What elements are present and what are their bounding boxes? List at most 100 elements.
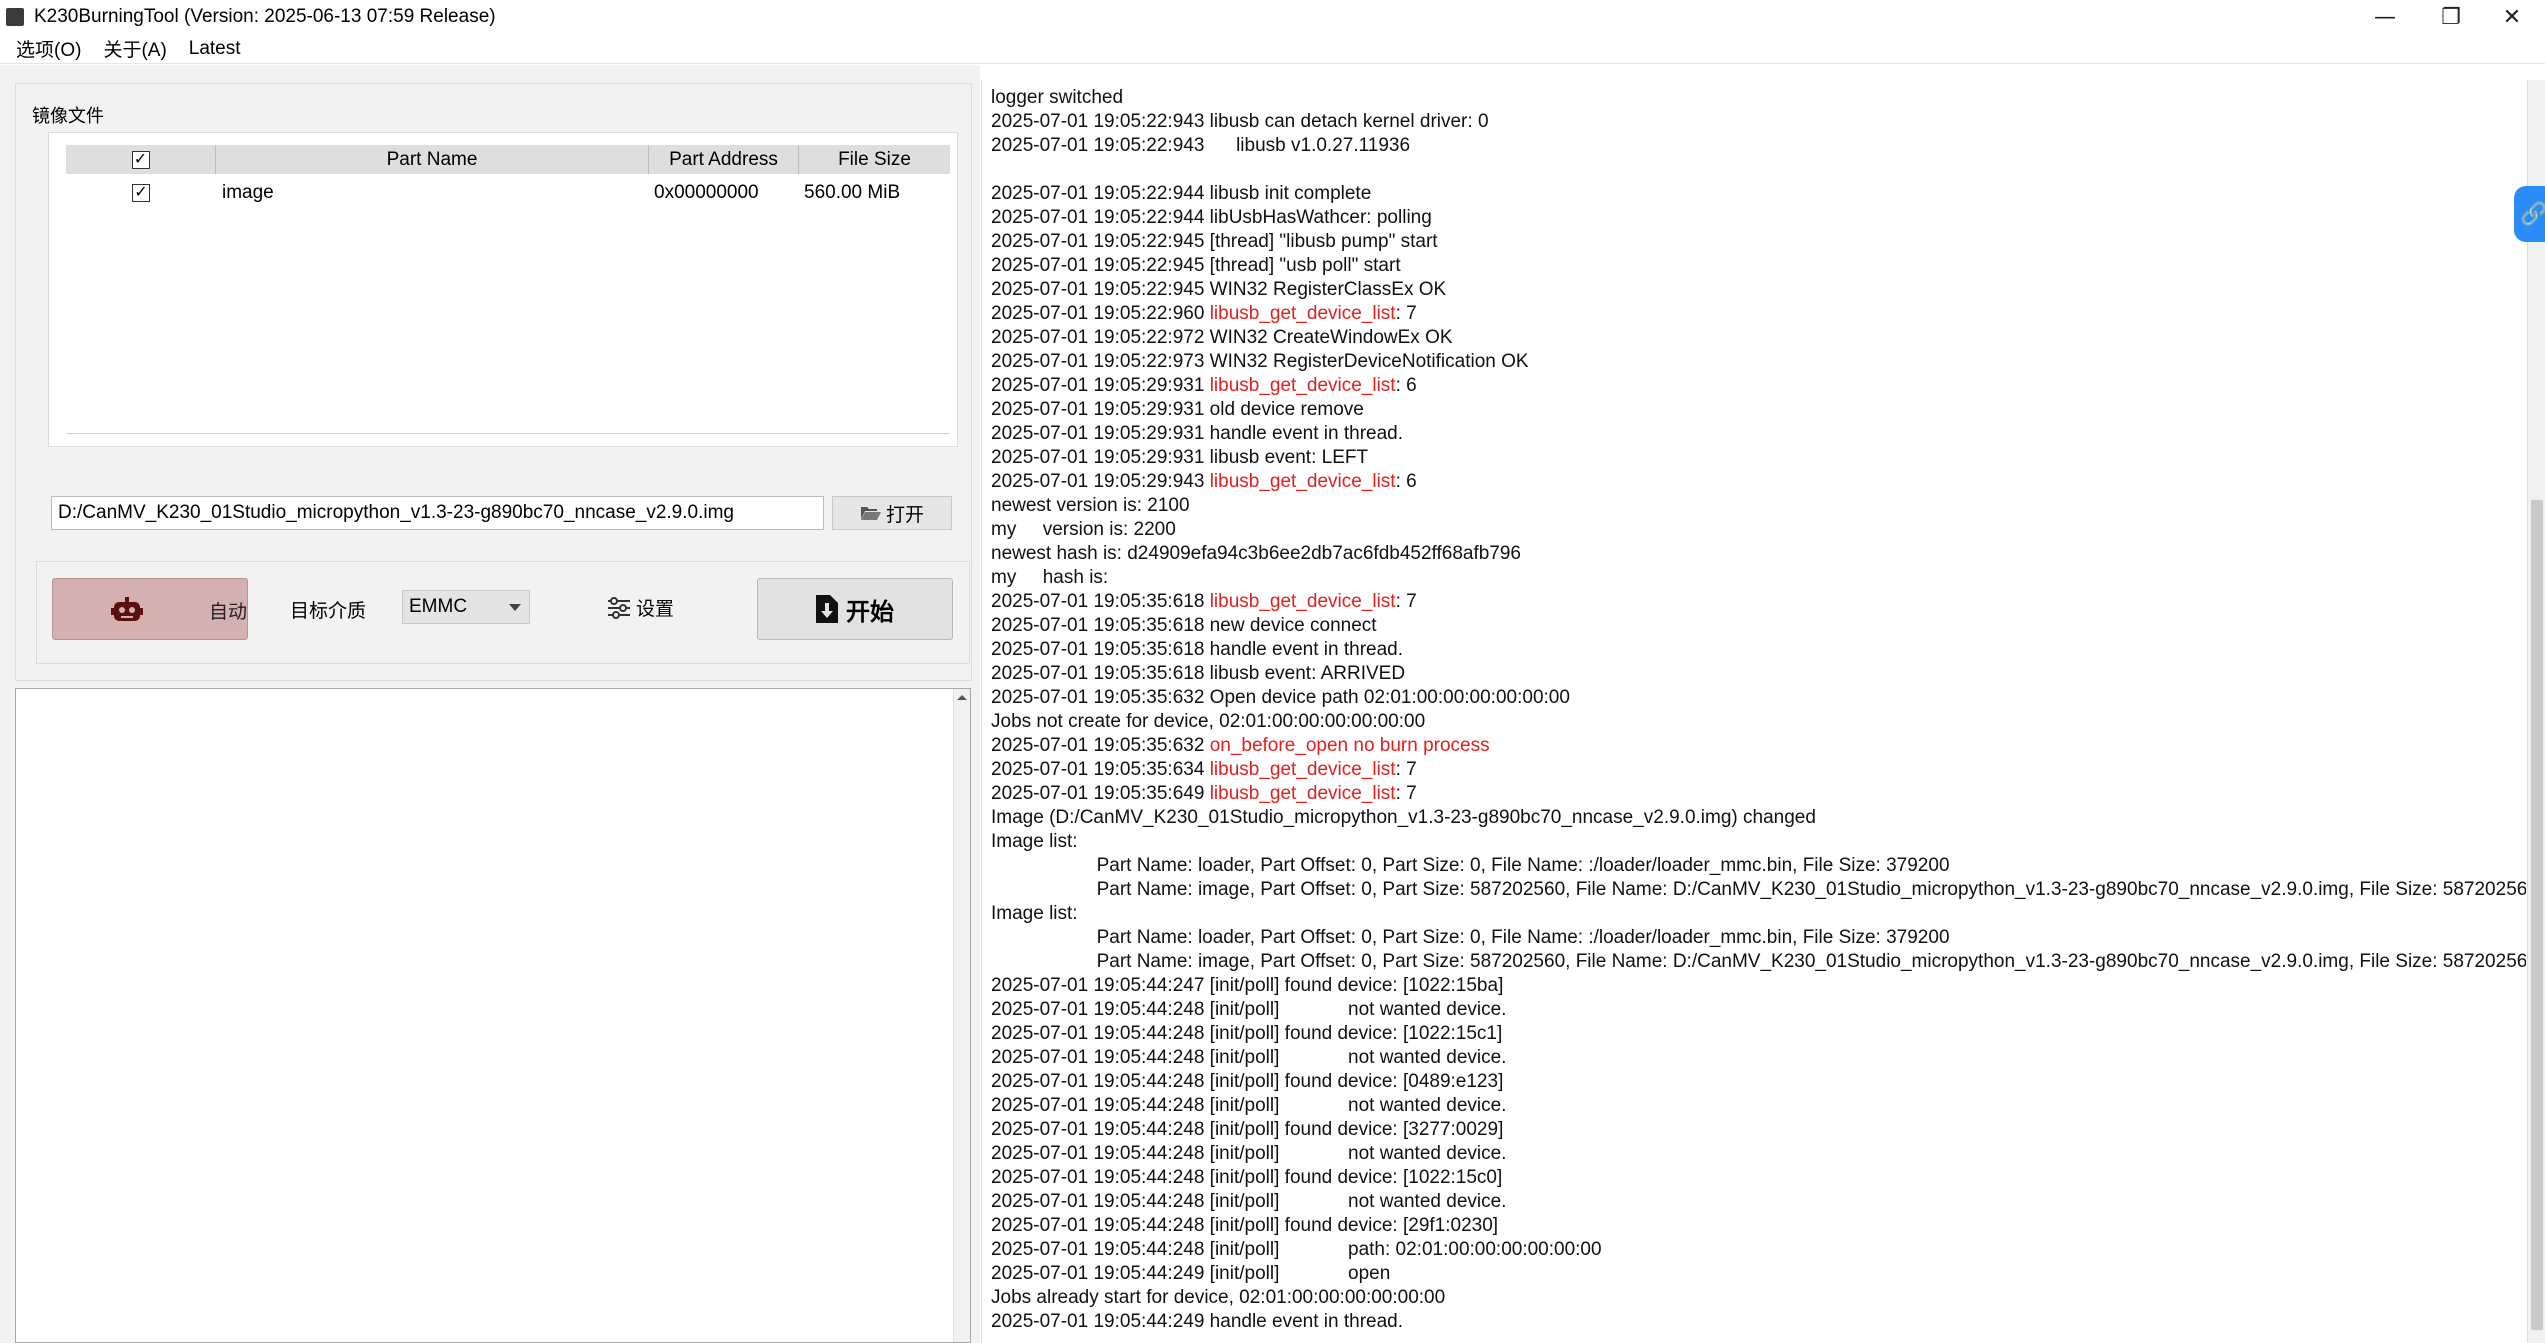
open-button-label: 打开 [885,503,924,526]
image-path-input[interactable]: D:/CanMV_K230_01Studio_micropython_v1.3-… [51,496,824,530]
group-title: 镜像文件 [32,106,104,127]
menu-bar: 选项(O) 关于(A) Latest [0,34,2545,64]
target-medium-label: 目标介质 [290,600,367,622]
select-all-checkbox[interactable]: ✓ [131,150,150,169]
log-line: 2025-07-01 19:05:29:931 libusb event: LE… [991,446,2526,470]
log-text: 2025-07-01 19:05:44:248 [init/poll] not … [991,1191,1507,1212]
log-line: my version is: 2200 [991,518,2526,542]
log-text: 2025-07-01 19:05:44:248 [init/poll] foun… [991,1215,1499,1236]
log-text: 2025-07-01 19:05:44:249 [init/poll] open [991,1263,1391,1284]
log-text: 2025-07-01 19:05:35:618 new device conne… [991,615,1377,636]
log-line: 2025-07-01 19:05:35:632 Open device path… [991,686,2526,710]
settings-label: 设置 [636,598,675,620]
log-text: newest hash is: d24909efa94c3b6ee2db7ac6… [991,543,1521,564]
restore-icon: ❐ [2441,4,2461,30]
settings-button[interactable]: 设置 [607,594,674,621]
status-scrollbar[interactable] [953,689,970,1342]
auto-toggle-button[interactable]: 自动 [52,578,248,640]
log-line: 2025-07-01 19:05:35:634 libusb_get_devic… [991,758,2526,782]
log-line: my hash is: [991,566,2526,590]
log-line: 2025-07-01 19:05:44:248 [init/poll] foun… [991,1022,2526,1046]
log-line: 2025-07-01 19:05:44:249 handle event in … [991,1310,2526,1334]
log-text: : 7 [1395,303,1417,324]
table-row[interactable]: ✓ image 0x00000000 560.00 MiB [66,177,950,209]
log-line: 2025-07-01 19:05:44:248 [init/poll] foun… [991,1070,2526,1094]
header-part-name[interactable]: Part Name [216,145,649,174]
log-output[interactable]: logger switched 2025-07-01 19:05:22:943 l… [981,80,2526,1343]
target-medium-select[interactable]: EMMC [402,590,530,624]
log-line: 2025-07-01 19:05:44:247 [init/poll] foun… [991,974,2526,998]
log-line: 2025-07-01 19:05:35:632 on_before_open n… [991,734,2526,758]
start-button[interactable]: 开始 [757,578,953,640]
log-text: 2025-07-01 19:05:35:649 [991,783,1210,804]
log-line: 2025-07-01 19:05:22:945 [thread] "usb po… [991,254,2526,278]
chevron-down-icon [509,604,521,611]
log-text: 2025-07-01 19:05:44:247 [init/poll] foun… [991,975,1504,996]
log-text: 2025-07-01 19:05:44:249 handle event in … [991,1311,1403,1332]
log-text: newest version is: 2100 [991,495,1190,516]
log-line: 2025-07-01 19:05:44:248 [init/poll] not … [991,998,2526,1022]
log-text: Image (D:/CanMV_K230_01Studio_micropytho… [991,807,1816,828]
header-file-size[interactable]: File Size [799,145,950,174]
log-highlight: on_before_open no burn process [1209,735,1490,756]
log-line: 2025-07-01 19:05:22:972 WIN32 CreateWind… [991,326,2526,350]
log-highlight: libusb_get_device_list [1209,759,1396,780]
log-line: newest version is: 2100 [991,494,2526,518]
log-text: 2025-07-01 19:05:29:931 [991,375,1210,396]
floating-link-button[interactable]: 🔗 [2514,186,2545,242]
log-scroll-thumb[interactable] [2531,500,2543,1330]
close-button[interactable]: ✕ [2479,0,2545,34]
log-line: Part Name: loader, Part Offset: 0, Part … [991,854,2526,878]
row-check-cell[interactable]: ✓ [66,177,216,209]
log-line: 2025-07-01 19:05:35:618 libusb_get_devic… [991,590,2526,614]
menu-latest[interactable]: Latest [189,38,241,60]
log-text: 2025-07-01 19:05:35:634 [991,759,1210,780]
log-line: 2025-07-01 19:05:44:248 [init/poll] not … [991,1142,2526,1166]
log-line: 2025-07-01 19:05:44:248 [init/poll] not … [991,1190,2526,1214]
log-highlight: libusb_get_device_list [1209,471,1396,492]
header-select-all[interactable]: ✓ [66,145,216,174]
table-divider [66,433,950,434]
log-line: 2025-07-01 19:05:22:944 libUsbHasWathcer… [991,206,2526,230]
log-line: 2025-07-01 19:05:29:931 handle event in … [991,422,2526,446]
menu-options[interactable]: 选项(O) [16,35,81,62]
partition-table: ✓ Part Name Part Address File Size ✓ ima… [48,132,958,447]
control-bar: 自动 目标介质 EMMC 设置 开始 [36,561,970,664]
log-text: 2025-07-01 19:05:22:944 libusb init comp… [991,183,1372,204]
log-text: Jobs not create for device, 02:01:00:00:… [991,711,1426,732]
log-text: 2025-07-01 19:05:29:931 old device remov… [991,399,1364,420]
log-line: Image list: [991,830,2526,854]
log-line: 2025-07-01 19:05:22:943 libusb can detac… [991,110,2526,134]
log-line: 2025-07-01 19:05:22:945 WIN32 RegisterCl… [991,278,2526,302]
log-text: : 7 [1395,759,1417,780]
log-line: 2025-07-01 19:05:29:931 old device remov… [991,398,2526,422]
menu-about[interactable]: 关于(A) [103,35,166,62]
left-panel: 镜像文件 ✓ Part Name Part Address File Size … [0,65,980,1343]
log-text: 2025-07-01 19:05:29:931 handle event in … [991,423,1403,444]
log-line: 2025-07-01 19:05:22:943 libusb v1.0.27.1… [991,134,2526,158]
header-part-address[interactable]: Part Address [649,145,799,174]
open-button[interactable]: 打开 [832,496,952,530]
log-line: 2025-07-01 19:05:35:649 libusb_get_devic… [991,782,2526,806]
log-line: 2025-07-01 19:05:22:944 libusb init comp… [991,182,2526,206]
row-checkbox[interactable]: ✓ [132,184,150,202]
log-line: 2025-07-01 19:05:35:618 handle event in … [991,638,2526,662]
row-file-size: 560.00 MiB [804,182,901,203]
log-text: 2025-07-01 19:05:22:973 WIN32 RegisterDe… [991,351,1529,372]
close-icon: ✕ [2502,4,2522,30]
maximize-button[interactable]: ❐ [2418,0,2484,34]
log-text: 2025-07-01 19:05:35:618 handle event in … [991,639,1403,660]
log-line: 2025-07-01 19:05:29:943 libusb_get_devic… [991,470,2526,494]
log-highlight: libusb_get_device_list [1209,303,1396,324]
log-scrollbar[interactable] [2527,80,2545,1343]
minimize-button[interactable]: — [2352,0,2418,34]
auto-label: 自动 [209,601,248,623]
row-part-name: image [222,182,274,203]
status-text-area[interactable] [15,688,971,1343]
log-text: : 6 [1395,375,1417,396]
log-line: Image list: [991,902,2526,926]
log-text: Image list: [991,831,1078,852]
log-text: 2025-07-01 19:05:44:248 [init/poll] not … [991,1047,1507,1068]
log-text: 2025-07-01 19:05:35:618 libusb event: AR… [991,663,1406,684]
log-text: 2025-07-01 19:05:22:960 [991,303,1210,324]
